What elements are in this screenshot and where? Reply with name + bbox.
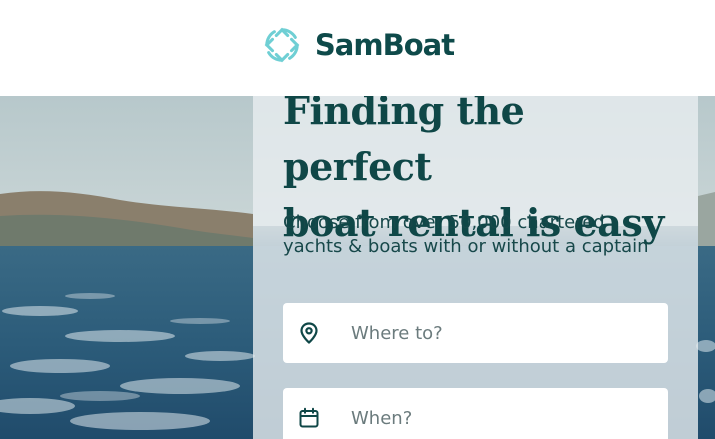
calendar-icon bbox=[299, 407, 319, 428]
site-header: SamBoat bbox=[0, 0, 715, 96]
samboat-logo[interactable]: SamBoat bbox=[263, 26, 455, 64]
hero-title-line-1: Finding the perfect bbox=[283, 88, 525, 189]
location-pin-icon bbox=[300, 322, 318, 344]
brand-name: SamBoat bbox=[314, 28, 455, 62]
hero-subtitle: Choose from over 50,000 chartered yachts… bbox=[283, 212, 649, 257]
when-input[interactable] bbox=[351, 407, 641, 429]
where-field[interactable] bbox=[283, 303, 668, 363]
where-input[interactable] bbox=[351, 322, 641, 344]
when-field[interactable] bbox=[283, 388, 668, 439]
compass-ring-icon bbox=[264, 27, 300, 63]
